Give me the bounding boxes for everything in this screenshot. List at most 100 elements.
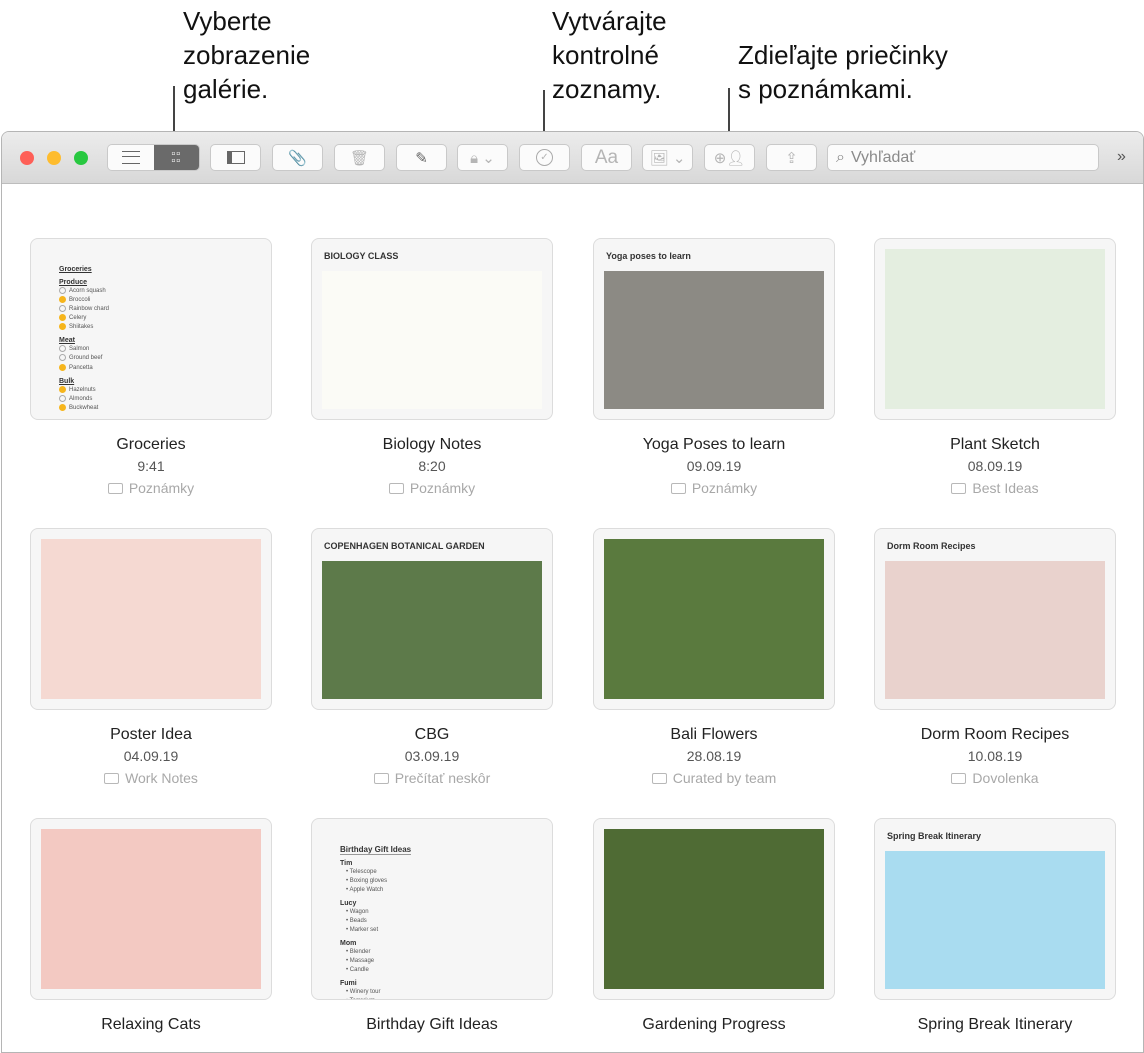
checklist-preview: Groceries Produce Acorn squash Broccoli Rain…: [59, 261, 109, 413]
thumbnail-image: [885, 561, 1105, 699]
note-card[interactable]: BIOLOGY CLASS Biology Notes 8:20 Poznámky: [311, 238, 553, 496]
checklist-item: Buckwheat: [59, 403, 109, 413]
folder-icon: [104, 772, 120, 784]
note-card[interactable]: Relaxing Cats: [30, 818, 272, 1034]
note-folder: Curated by team: [593, 770, 835, 786]
attachments-button[interactable]: 📎: [272, 144, 323, 171]
search-input[interactable]: ⌕ Vyhľadať: [827, 144, 1099, 171]
note-date: 03.09.19: [404, 748, 460, 764]
item-label: Candle: [349, 967, 369, 973]
folder-icon: [651, 772, 667, 784]
item-label: Rainbow chard: [69, 306, 110, 313]
photo-icon: 🖼︎ ⌄: [649, 149, 686, 167]
lock-button[interactable]: 🔒︎ ⌄: [457, 144, 508, 171]
share-button[interactable]: ⇪: [766, 144, 817, 171]
trash-icon: 🗑: [349, 149, 370, 167]
note-thumbnail[interactable]: Yoga poses to learn: [593, 238, 835, 420]
note-thumbnail[interactable]: COPENHAGEN BOTANICAL GARDEN: [311, 528, 553, 710]
collaborate-button[interactable]: ⊕👤︎: [704, 144, 755, 171]
note-thumbnail[interactable]: Dorm Room Recipes: [874, 528, 1116, 710]
toolbar-overflow-button[interactable]: »: [1117, 148, 1126, 166]
item-label: Almonds: [69, 395, 93, 402]
gallery-view-button[interactable]: ▫▫ ▫▫: [153, 145, 199, 170]
toolbar: ▫▫ ▫▫ 📎 🗑 ✎ 🔒︎ ⌄ ✓ Aa 🖼︎ ⌄ ⊕👤︎ ⇪ ⌕ Vyhľada…: [2, 132, 1143, 184]
unchecked-circle-icon: [59, 287, 66, 294]
folder-label: Dovolenka: [972, 770, 1039, 786]
note-card[interactable]: Groceries Produce Acorn squash Broccoli Rain…: [30, 238, 272, 496]
note-thumbnail[interactable]: [30, 818, 272, 1000]
checked-circle-icon: [59, 385, 66, 393]
share-icon: ⇪: [785, 149, 798, 167]
preview-title: Yoga poses to learn: [606, 251, 691, 261]
checked-circle-icon: [59, 314, 66, 322]
notes-window: ▫▫ ▫▫ 📎 🗑 ✎ 🔒︎ ⌄ ✓ Aa 🖼︎ ⌄ ⊕👤︎ ⇪ ⌕ Vyhľada…: [1, 131, 1144, 1053]
list-item: • Candle: [346, 967, 369, 973]
delete-button[interactable]: 🗑: [334, 144, 385, 171]
list-item: • Terrarium: [340, 997, 411, 999]
list-view-button[interactable]: [108, 145, 154, 170]
note-card[interactable]: COPENHAGEN BOTANICAL GARDEN CBG 03.09.19 P…: [311, 528, 553, 786]
thumbnail-image: [885, 851, 1105, 989]
note-thumbnail[interactable]: Groceries Produce Acorn squash Broccoli Rain…: [30, 238, 272, 420]
note-card[interactable]: Spring Break Itinerary Spring Break Itin…: [874, 818, 1116, 1034]
note-title: Bali Flowers: [670, 726, 758, 743]
note-thumbnail[interactable]: BIOLOGY CLASS: [311, 238, 553, 420]
note-card[interactable]: Plant Sketch 08.09.19 Best Ideas: [874, 238, 1116, 496]
note-card[interactable]: Yoga poses to learn Yoga Poses to learn 0…: [593, 238, 835, 496]
note-card[interactable]: Poster Idea 04.09.19 Work Notes: [30, 528, 272, 786]
item-label: Boxing gloves: [349, 878, 388, 884]
list-item: • Blender: [346, 949, 371, 955]
compose-icon: ✎: [415, 149, 428, 167]
note-date: 10.08.19: [967, 748, 1023, 764]
checklist-button[interactable]: ✓: [519, 144, 570, 171]
checklist-item: Almonds: [59, 394, 109, 404]
folder-label: Curated by team: [672, 770, 777, 786]
note-folder: Poznámky: [30, 480, 272, 496]
checklist-item: Hazelnuts: [59, 385, 109, 395]
folder-icon: [670, 482, 686, 494]
media-button[interactable]: 🖼︎ ⌄: [642, 144, 693, 171]
note-card[interactable]: Birthday Gift Ideas Tim • Telescope • Boxin…: [311, 818, 553, 1034]
item-label: Marker set: [349, 927, 379, 933]
folder-icon: [373, 772, 389, 784]
note-thumbnail[interactable]: [874, 238, 1116, 420]
note-folder: Dovolenka: [874, 770, 1116, 786]
note-thumbnail[interactable]: Birthday Gift Ideas Tim • Telescope • Boxin…: [311, 818, 553, 1000]
unchecked-circle-icon: [59, 345, 66, 353]
checked-circle-icon: [59, 363, 66, 371]
note-thumbnail[interactable]: Spring Break Itinerary: [874, 818, 1116, 1000]
note-thumbnail[interactable]: [593, 818, 835, 1000]
person-label: Lucy: [340, 900, 357, 907]
note-thumbnail[interactable]: [30, 528, 272, 710]
item-label: Acorn squash: [69, 288, 106, 295]
compose-button[interactable]: ✎: [396, 144, 447, 171]
list-item: • Beads: [346, 918, 367, 924]
folder-label: Poznámky: [691, 480, 758, 496]
note-card[interactable]: Bali Flowers 28.08.19 Curated by team: [593, 528, 835, 786]
checked-circle-icon: [59, 296, 66, 304]
item-label: Wagon: [349, 909, 369, 915]
item-label: Telescope: [349, 869, 377, 875]
format-text-label: Aa: [594, 146, 619, 168]
item-label: Buckwheat: [69, 404, 99, 411]
callout-checklists: Vytvárajte kontrolné zoznamy.: [552, 6, 667, 104]
list-item: • Wagon: [346, 909, 369, 915]
thumbnail-image: [322, 561, 542, 699]
note-card[interactable]: Gardening Progress: [593, 818, 835, 1034]
zoom-button[interactable]: [74, 151, 88, 165]
sidebar-button[interactable]: [210, 144, 261, 171]
note-date: 04.09.19: [123, 748, 179, 764]
item-label: Broccoli: [69, 297, 91, 304]
thumbnail-image: [885, 249, 1105, 409]
item-label: Salmon: [69, 346, 90, 353]
format-button[interactable]: Aa: [581, 144, 632, 171]
note-thumbnail[interactable]: [593, 528, 835, 710]
section-label: Bulk: [59, 377, 75, 385]
close-button[interactable]: [20, 151, 34, 165]
note-date: 8:20: [418, 458, 446, 474]
minimize-button[interactable]: [47, 151, 61, 165]
search-icon: ⌕: [836, 148, 845, 166]
thumbnail-image: [322, 271, 542, 409]
note-card[interactable]: Dorm Room Recipes Dorm Room Recipes 10.08…: [874, 528, 1116, 786]
note-title: Groceries: [116, 436, 186, 453]
